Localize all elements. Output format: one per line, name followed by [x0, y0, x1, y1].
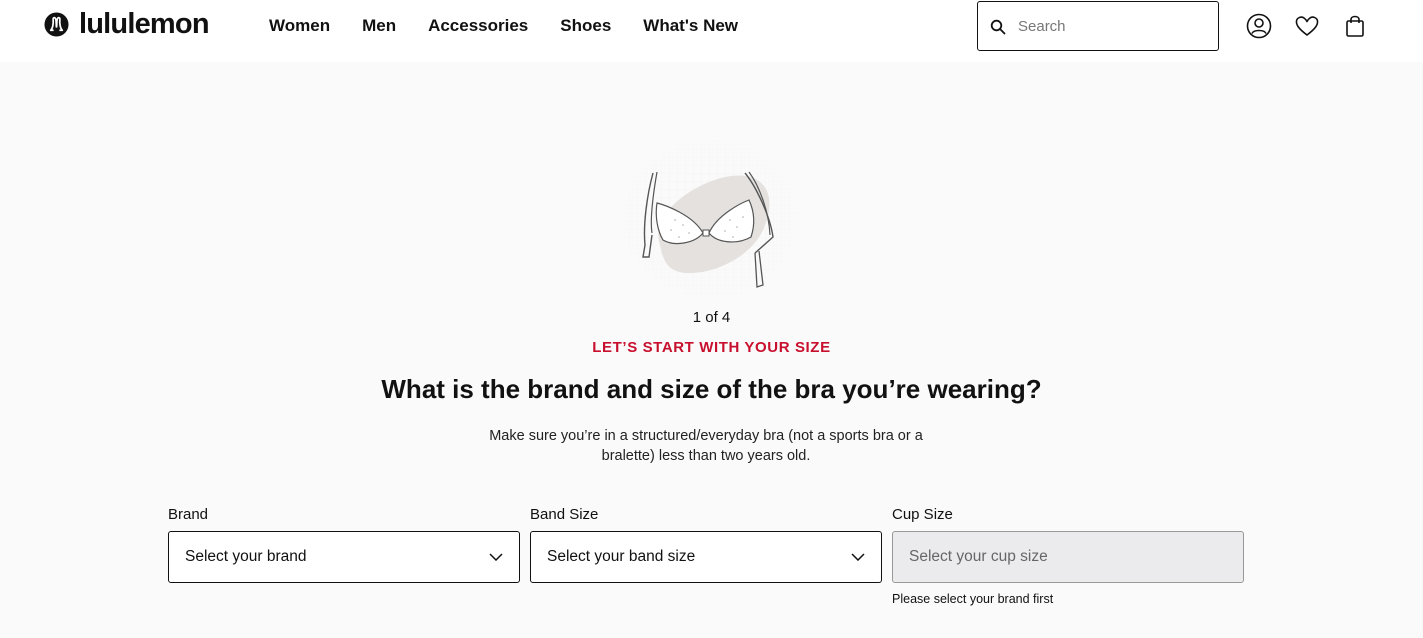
band-size-field: Band Size Select your band size: [530, 506, 882, 583]
nav-men[interactable]: Men: [362, 16, 396, 36]
chevron-down-icon: [489, 553, 503, 561]
wishlist-heart-icon[interactable]: [1294, 13, 1320, 39]
brand-field: Brand Select your brand: [168, 506, 520, 583]
search-box[interactable]: [977, 1, 1219, 51]
cup-size-label: Cup Size: [892, 506, 953, 523]
brand-select[interactable]: Select your brand: [168, 531, 520, 583]
cup-size-select-placeholder: Select your cup size: [909, 548, 1048, 565]
site-header: lululemon Women Men Accessories Shoes Wh…: [0, 0, 1423, 62]
main-nav: Women Men Accessories Shoes What's New: [269, 16, 770, 36]
lululemon-logo[interactable]: lululemon: [44, 8, 210, 41]
search-input[interactable]: [1018, 17, 1208, 35]
brand-name: lululemon: [79, 8, 210, 40]
band-size-label: Band Size: [530, 506, 599, 523]
cup-size-field: Cup Size Select your cup size Please sel…: [892, 506, 1244, 606]
chevron-down-icon: [851, 553, 865, 561]
section-eyebrow: LET’S START WITH YOUR SIZE: [592, 339, 831, 356]
nav-women[interactable]: Women: [269, 16, 330, 36]
nav-accessories[interactable]: Accessories: [428, 16, 528, 36]
brand-label: Brand: [168, 506, 209, 523]
band-size-select[interactable]: Select your band size: [530, 531, 882, 583]
brand-select-placeholder: Select your brand: [185, 548, 307, 565]
shopping-bag-icon[interactable]: [1342, 13, 1368, 39]
nav-shoes[interactable]: Shoes: [560, 16, 611, 36]
cup-size-hint: Please select your brand first: [892, 592, 1054, 606]
lululemon-logo-icon: [44, 12, 69, 37]
step-indicator: 1 of 4: [692, 309, 731, 326]
search-icon: [990, 19, 1006, 35]
bra-illustration: [605, 125, 815, 315]
account-icon[interactable]: [1246, 13, 1272, 39]
band-size-select-placeholder: Select your band size: [547, 548, 696, 565]
question-description: Make sure you’re in a structured/everyda…: [489, 428, 923, 464]
cup-size-select[interactable]: Select your cup size: [892, 531, 1244, 583]
question-title: What is the brand and size of the bra yo…: [381, 374, 1042, 404]
nav-whats-new[interactable]: What's New: [643, 16, 738, 36]
